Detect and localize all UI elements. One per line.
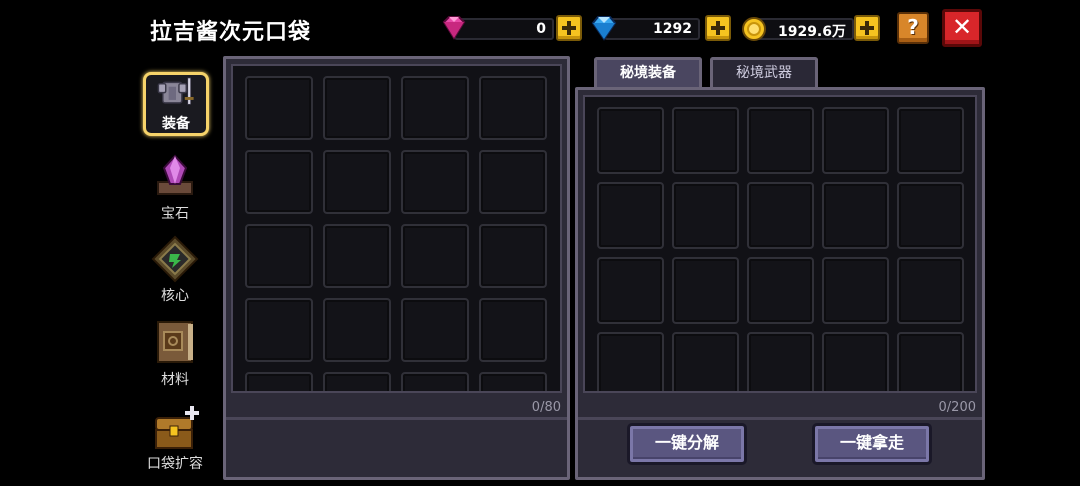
inventory-slot[interactable] (323, 372, 391, 391)
storage-slot[interactable] (822, 257, 889, 324)
storage-slot[interactable] (672, 257, 739, 324)
inventory-count: 0/80 (531, 400, 561, 415)
storage-slot[interactable] (897, 107, 964, 174)
storage-slot[interactable] (897, 257, 964, 324)
sidebar-item-label: 装备 (162, 116, 190, 132)
disassemble-all-button[interactable]: 一键分解 (627, 423, 747, 465)
storage-grid (597, 107, 964, 391)
inventory-slot[interactable] (323, 150, 391, 214)
gold-value: 1929.6万 (777, 24, 846, 40)
add-gold-button[interactable] (854, 15, 880, 41)
core-icon (151, 235, 199, 283)
storage-slot[interactable] (822, 332, 889, 391)
inventory-slot[interactable] (245, 150, 313, 214)
pink-gem-icon (442, 16, 466, 40)
inventory-slot[interactable] (245, 372, 313, 391)
panel-divider (578, 417, 982, 420)
inventory-slot[interactable] (245, 224, 313, 288)
inventory-slot[interactable] (401, 298, 469, 362)
storage-slot[interactable] (597, 107, 664, 174)
sidebar-item-label: 宝石 (161, 206, 189, 222)
inventory-slot[interactable] (479, 298, 547, 362)
storage-slot[interactable] (747, 257, 814, 324)
storage-slot[interactable] (597, 182, 664, 249)
gems-value: 0 (536, 21, 546, 37)
storage-scroll-area[interactable] (583, 95, 977, 393)
inventory-slot[interactable] (479, 76, 547, 140)
storage-slot[interactable] (672, 332, 739, 391)
panel-divider (226, 417, 567, 420)
sidebar-item-label: 材料 (161, 372, 189, 388)
currency-diamonds: 1292 (590, 14, 735, 42)
inventory-slot[interactable] (323, 298, 391, 362)
inventory-scroll-area[interactable] (231, 64, 562, 393)
storage-slot[interactable] (597, 257, 664, 324)
storage-slot[interactable] (747, 107, 814, 174)
inventory-slot[interactable] (401, 224, 469, 288)
inventory-grid (245, 76, 547, 391)
inventory-slot[interactable] (401, 150, 469, 214)
close-button[interactable]: ✕ (942, 9, 982, 47)
storage-slot[interactable] (672, 182, 739, 249)
storage-slot[interactable] (822, 182, 889, 249)
storage-slot[interactable] (897, 332, 964, 391)
gem-stone-icon (157, 154, 193, 195)
inventory-slot[interactable] (245, 76, 313, 140)
equipment-inventory-panel: 0/80 (223, 56, 570, 480)
add-gems-button[interactable] (556, 15, 582, 41)
inventory-slot[interactable] (401, 372, 469, 391)
inventory-slot[interactable] (479, 224, 547, 288)
storage-slot[interactable] (747, 182, 814, 249)
storage-slot[interactable] (597, 332, 664, 391)
sidebar-item-expand[interactable]: 口袋扩容 (140, 402, 210, 473)
storage-slot[interactable] (672, 107, 739, 174)
sidebar-item-equipment[interactable]: 装备 (141, 72, 211, 136)
secret-storage-panel: 0/200 (575, 87, 985, 480)
inventory-slot[interactable] (401, 76, 469, 140)
sidebar-item-gems[interactable]: 宝石 (140, 152, 210, 223)
gold-coin-icon (742, 17, 766, 41)
blue-diamond-icon (591, 16, 617, 41)
diamonds-value: 1292 (653, 21, 692, 37)
sidebar-item-materials[interactable]: 材料 (140, 318, 210, 389)
take-all-button[interactable]: 一键拿走 (812, 423, 932, 465)
page-title: 拉吉酱次元口袋 (150, 20, 312, 45)
storage-count: 0/200 (938, 400, 976, 415)
treasure-chest-icon (155, 406, 199, 449)
sidebar-item-core[interactable]: 核心 (140, 234, 210, 305)
inventory-slot[interactable] (479, 150, 547, 214)
storage-slot[interactable] (897, 182, 964, 249)
storage-slot[interactable] (822, 107, 889, 174)
tab-secret-equipment[interactable]: 秘境装备 (594, 57, 702, 89)
inventory-slot[interactable] (245, 298, 313, 362)
inventory-slot[interactable] (323, 224, 391, 288)
sidebar-item-label: 口袋扩容 (147, 456, 203, 472)
material-book-icon (157, 321, 193, 363)
currency-gems: 0 (440, 14, 585, 42)
tab-secret-weapons[interactable]: 秘境武器 (710, 57, 818, 89)
currency-gold: 1929.6万 (740, 14, 885, 42)
inventory-slot[interactable] (479, 372, 547, 391)
storage-slot[interactable] (747, 332, 814, 391)
help-button[interactable]: ? (897, 12, 929, 44)
sidebar-item-label: 核心 (161, 288, 189, 304)
add-diamonds-button[interactable] (705, 15, 731, 41)
inventory-slot[interactable] (323, 76, 391, 140)
